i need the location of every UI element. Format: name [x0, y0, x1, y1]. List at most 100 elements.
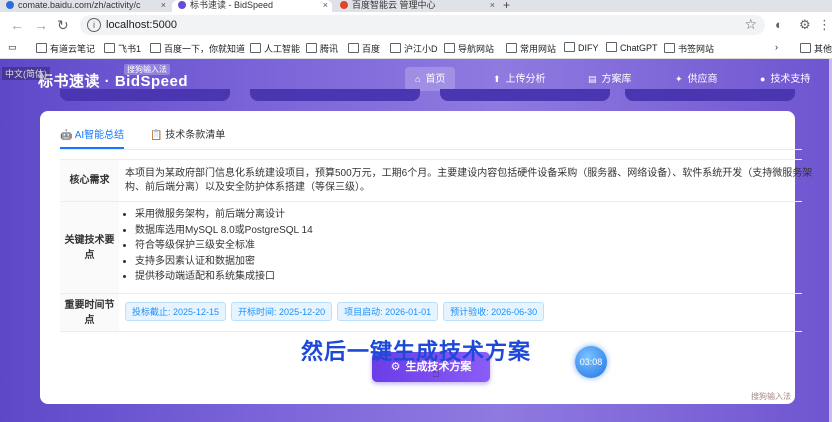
back-icon[interactable]: ← — [10, 17, 24, 33]
bookmark-favicon-icon — [36, 43, 47, 53]
milestone-tag: 投标截止: 2025-12-15 — [125, 302, 227, 321]
nav-label: 供应商 — [687, 74, 718, 85]
bookmark-folder[interactable]: 沪江小D — [390, 42, 438, 55]
list-item: 支持多因素认证和数据加密 — [135, 254, 802, 270]
bookmark-label: 百度 — [362, 44, 381, 54]
bookmark-folder[interactable]: 常用网站 — [506, 42, 556, 55]
supplier-icon: ✦ — [675, 74, 683, 84]
hand-cursor-icon: ☝ — [432, 365, 440, 380]
bookmark-item[interactable]: 有道云笔记 — [36, 42, 95, 55]
bookmark-folder[interactable]: 其他 — [800, 42, 832, 55]
apps-icon[interactable]: ▭ — [8, 42, 17, 53]
tab-title: 百度智能云 管理中心 — [352, 0, 436, 10]
nav-label: 方案库 — [601, 74, 632, 85]
list-item: 数据库选用MySQL 8.0或PostgreSQL 14 — [135, 223, 802, 239]
browser-tab-strip: comate.baidu.com/zh/activity/c × 标书速读 - … — [0, 0, 832, 12]
nav-home[interactable]: ⌂ 首页 — [405, 67, 456, 91]
close-icon[interactable]: × — [161, 0, 166, 10]
folder-icon — [104, 43, 115, 53]
ime-watermark: 搜狗输入法 — [751, 392, 791, 401]
info-icon[interactable]: i — [87, 18, 101, 32]
clipboard-icon: 📋 — [150, 130, 163, 141]
browser-tab[interactable]: comate.baidu.com/zh/activity/c × — [0, 0, 170, 12]
tab-search-icon[interactable]: ⚙ — [799, 17, 811, 33]
upload-icon: ⬆ — [493, 74, 501, 84]
extension-icon[interactable]: ◐ — [775, 17, 783, 32]
bookmark-folder[interactable]: ChatGPT — [606, 42, 658, 53]
table-row: 关键技术要点 采用微服务架构，前后端分离设计 数据库选用MySQL 8.0或Po… — [60, 202, 802, 294]
bookmark-label: 导航网站 — [458, 44, 495, 54]
reload-icon[interactable]: ↻ — [57, 17, 69, 34]
bookmark-label: 飞书1 — [118, 44, 142, 54]
close-icon[interactable]: × — [323, 0, 328, 10]
milestone-tag: 预计验收: 2026-06-30 — [443, 302, 545, 321]
tab-favicon-icon — [178, 1, 186, 9]
ime-indicator: 中文(简体) — [2, 67, 50, 80]
folder-icon — [390, 43, 401, 53]
nav-label: 上传分析 — [505, 74, 546, 85]
bookmark-folder[interactable]: 人工智能 — [250, 42, 300, 55]
address-bar[interactable]: i localhost:5000 ☆ — [80, 15, 765, 35]
milestone-tag: 项目启动: 2026-01-01 — [337, 302, 439, 321]
nav-label: 技术支持 — [770, 74, 811, 85]
tab-favicon-icon — [6, 1, 14, 9]
stat-card-stub — [250, 89, 420, 101]
bookmark-folder[interactable]: 书签网站 — [664, 42, 714, 55]
bookmark-favicon-icon — [150, 43, 161, 53]
tab-title: 标书速读 - BidSpeed — [190, 0, 274, 10]
bookmark-folder[interactable]: 腾讯 — [306, 42, 338, 55]
bookmark-folder[interactable]: 导航网站 — [444, 42, 494, 55]
bookmarks-overflow-icon[interactable]: › — [775, 42, 778, 52]
folder-icon — [306, 43, 317, 53]
folder-icon — [606, 42, 617, 52]
bookmark-folder[interactable]: 百度 — [348, 42, 380, 55]
bookmarks-bar: ▭ 有道云笔记 飞书1 百度一下，你就知道 人工智能 腾讯 百度 沪江小D 导航… — [0, 38, 832, 59]
bookmark-label: 沪江小D — [404, 44, 438, 54]
stat-card-stub — [440, 89, 610, 101]
bookmark-label: 腾讯 — [320, 44, 339, 54]
folder-icon — [250, 43, 261, 53]
bookmark-label: DIFY — [578, 43, 599, 53]
bookmark-folder[interactable]: DIFY — [564, 42, 599, 53]
robot-icon: 🤖 — [60, 130, 73, 141]
settings-icon[interactable]: ⋮ — [818, 17, 831, 33]
tab-label: AI智能总结 — [74, 130, 125, 141]
tabs-divider — [60, 149, 802, 150]
bookmark-label: 人工智能 — [264, 44, 301, 54]
bookmark-label: 其他 — [814, 44, 832, 54]
bookmark-label: 有道云笔记 — [50, 44, 96, 54]
list-item: 提供移动端适配和系统集成接口 — [135, 269, 802, 285]
folder-icon — [564, 42, 575, 52]
chat-icon: ● — [760, 74, 766, 84]
bookmark-label: 常用网站 — [520, 44, 557, 54]
document-icon: ▤ — [588, 74, 597, 84]
url-text[interactable]: localhost:5000 — [106, 19, 177, 31]
nav-tech-support[interactable]: ● 技术支持 — [750, 67, 820, 91]
tab-title: comate.baidu.com/zh/activity/c — [18, 0, 141, 10]
nav-upload-analysis[interactable]: ⬆ 上传分析 — [483, 67, 556, 91]
folder-icon — [444, 43, 455, 53]
forward-icon[interactable]: → — [34, 17, 48, 33]
nav-solution-library[interactable]: ▤ 方案库 — [578, 67, 642, 91]
table-row: 核心需求 本项目为某政府部门信息化系统建设项目，预算500万元，工期6个月。主要… — [60, 160, 812, 202]
bookmark-item[interactable]: 百度一下，你就知道 — [150, 42, 245, 55]
list-item: 采用微服务架构，前后端分离设计 — [135, 207, 802, 223]
tab-tech-clauses[interactable]: 📋 技术条款清单 — [150, 125, 225, 147]
browser-tab-active[interactable]: 标书速读 - BidSpeed × — [172, 0, 332, 12]
key-tech-list: 采用微服务架构，前后端分离设计 数据库选用MySQL 8.0或PostgreSQ… — [125, 202, 802, 285]
bookmark-item[interactable]: 飞书1 — [104, 42, 141, 55]
new-tab-button[interactable]: + — [503, 0, 510, 12]
bookmark-star-icon[interactable]: ☆ — [744, 16, 757, 33]
nav-suppliers[interactable]: ✦ 供应商 — [665, 67, 728, 91]
table-row: 重要时间节点 投标截止: 2025-12-15 开标时间: 2025-12-20 项… — [60, 294, 802, 332]
close-icon[interactable]: × — [490, 0, 495, 10]
folder-icon — [800, 43, 811, 53]
tab-ai-summary[interactable]: 🤖 AI智能总结 — [60, 125, 125, 149]
tab-label: 技术条款清单 — [165, 130, 226, 141]
video-subtitle: 然后一键生成技术方案 — [300, 339, 531, 364]
browser-tab[interactable]: 百度智能云 管理中心 × — [334, 0, 499, 12]
ime-toolbar: 搜狗输入法 — [124, 64, 170, 75]
folder-icon — [664, 43, 675, 53]
folder-icon — [348, 43, 359, 53]
row-label-milestones: 重要时间节点 — [60, 294, 119, 331]
